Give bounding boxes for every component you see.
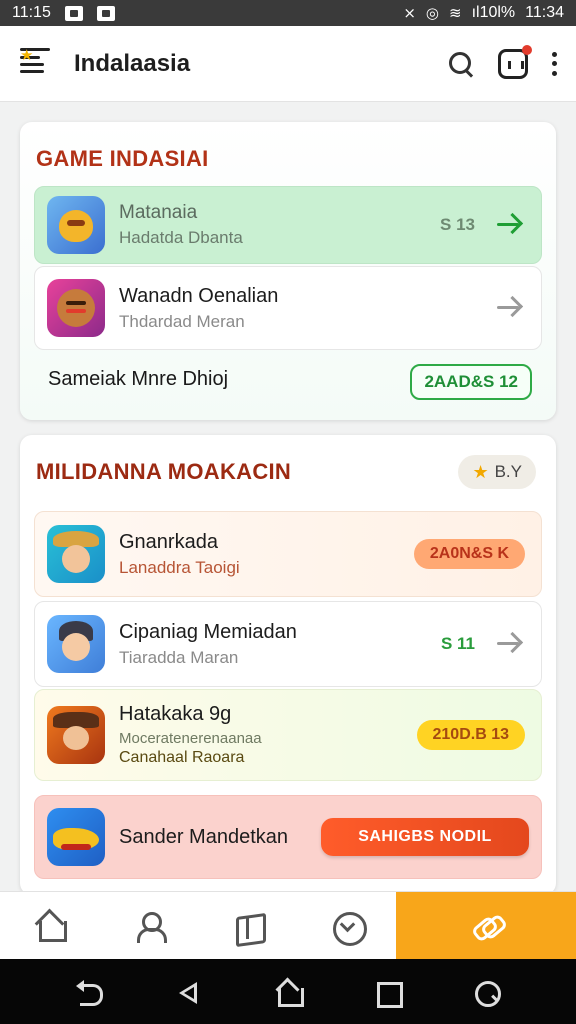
more-section-card: MILIDANNA MOAKACIN ★ B.Y Gnanrkada Lanad… [20, 435, 556, 895]
promo-cta-button[interactable]: SAHIGBS NODIL [321, 818, 529, 856]
notification-bell-icon[interactable] [498, 44, 532, 79]
system-navigation-bar [0, 959, 576, 1024]
game-extra-label: Canahaal Raoara [119, 749, 245, 766]
map-icon [231, 909, 265, 943]
game-name: Wanadn Oenalian [119, 284, 279, 307]
arrow-right-icon[interactable] [495, 296, 525, 320]
mute-icon: ⨯ [403, 5, 416, 22]
recents-square-icon[interactable] [373, 978, 404, 1008]
more-count-badge[interactable]: 2AAD&S 12 [410, 364, 532, 400]
app-bar: ★ Indalaasia [0, 26, 576, 102]
nav-link-active[interactable] [396, 892, 576, 960]
wifi-icon: ≋ [448, 5, 462, 22]
undo-back-icon[interactable] [75, 978, 104, 1006]
user-icon [132, 909, 167, 943]
status-bar: 11:15 ⨯ ◎ ≋ ıl10l% 11:34 [0, 0, 576, 26]
system-home-icon[interactable] [274, 978, 304, 1007]
game-subtitle: Tiaradda Maran [119, 647, 239, 667]
games-section-card: GAME INDASIAI Matanaia Hadatda Dbanta S … [20, 122, 556, 420]
game-subtitle: Thdardad Meran [119, 311, 245, 331]
cookie-game-icon [47, 279, 105, 337]
game-list-item[interactable]: Hatakaka 9g Moceratenerenaanaa Canahaal … [34, 689, 542, 781]
dragon-game-icon [47, 196, 105, 254]
promo-banner[interactable]: Sander Mandetkan SAHIGBS NODIL [34, 795, 542, 879]
game-name: Cipaniag Memiadan [119, 620, 297, 643]
game-subtitle: Hadatda Dbanta [119, 228, 243, 247]
game-name: Hatakaka 9g [119, 703, 232, 725]
price-pill[interactable]: 210D.B 13 [416, 720, 525, 750]
search-icon[interactable] [446, 49, 476, 79]
game-subtitle: Moceratenerenaanaa [119, 730, 262, 747]
clock-icon [330, 909, 367, 946]
rating-chip[interactable]: ★ B.Y [458, 455, 536, 489]
games-section-title: GAME INDASIAI [36, 146, 209, 171]
game-list-item[interactable]: Matanaia Hadatda Dbanta S 13 [34, 186, 542, 264]
link-icon [469, 909, 503, 943]
game-list-item[interactable]: Cipaniag Memiadan Tiaradda Maran S 11 [34, 601, 542, 687]
sync-icon: ◎ [425, 5, 439, 22]
price-pill[interactable]: 2A0N&S K [413, 539, 525, 569]
game-list-item[interactable]: Wanadn Oenalian Thdardad Meran [34, 266, 542, 350]
cowboy-game-icon [47, 706, 105, 764]
see-more-link[interactable]: Sameiak Mnre Dhioj [48, 368, 228, 391]
farmer-game-icon [47, 525, 105, 583]
bottom-navigation [0, 891, 576, 960]
back-triangle-icon[interactable] [175, 978, 203, 1006]
notification-icon [64, 5, 83, 21]
nav-home[interactable] [0, 892, 99, 960]
star-icon: ★ [20, 47, 50, 63]
battery-label: ıl10l% [471, 4, 516, 21]
menu-icon[interactable]: ★ [18, 47, 50, 80]
nav-map[interactable] [198, 892, 297, 960]
app-notification-icon [96, 5, 115, 21]
nav-history[interactable] [297, 892, 396, 960]
rating-chip-label: B.Y [494, 462, 522, 481]
status-time-right: 11:34 [525, 4, 564, 21]
more-section-title: MILIDANNA MOAKACIN [36, 459, 292, 484]
arrow-right-icon[interactable] [495, 632, 525, 656]
home-icon [33, 909, 67, 943]
promo-label: Sander Mandetkan [119, 825, 289, 848]
arrow-right-icon[interactable] [495, 213, 525, 237]
boy-game-icon [47, 615, 105, 673]
game-name: Matanaia [119, 202, 198, 223]
nav-profile[interactable] [99, 892, 198, 960]
game-name: Gnanrkada [119, 530, 218, 553]
status-time-left: 11:15 [12, 4, 51, 21]
more-options-icon[interactable] [550, 51, 558, 76]
game-subtitle: Lanaddra Taoigi [119, 557, 240, 577]
game-price: S 13 [440, 215, 475, 234]
game-price: S 11 [440, 634, 475, 653]
star-icon: ★ [472, 461, 489, 482]
assistant-search-icon[interactable] [472, 978, 502, 1007]
app-title: Indalaasia [74, 49, 191, 77]
game-list-item[interactable]: Gnanrkada Lanaddra Taoigi 2A0N&S K [34, 511, 542, 597]
croc-game-icon [47, 808, 105, 866]
